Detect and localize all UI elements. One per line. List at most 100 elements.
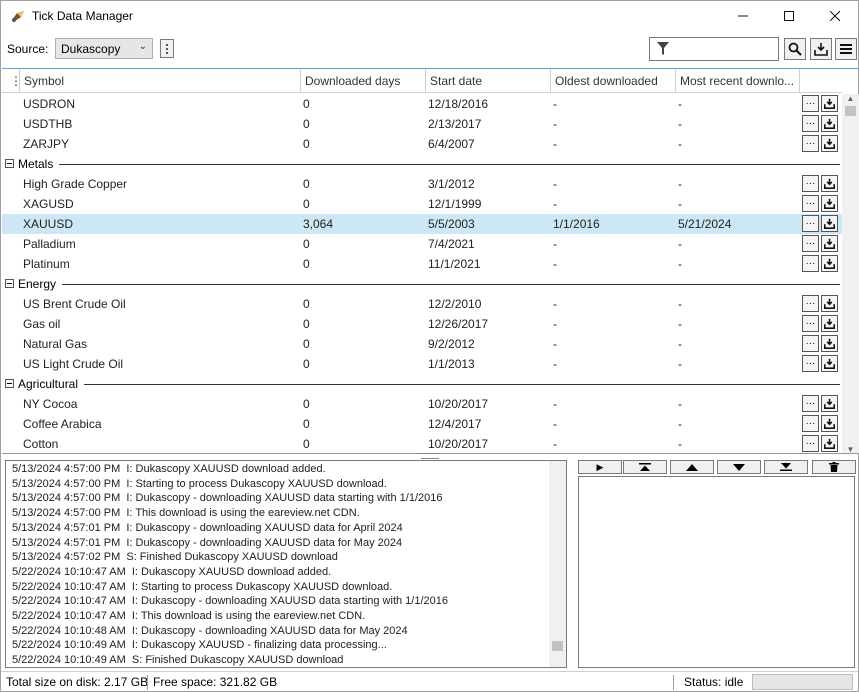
table-row[interactable]: XAGUSD 0 12/1/1999 - - ··· — [2, 194, 842, 214]
download-all-button[interactable] — [810, 38, 832, 60]
row-options-button[interactable]: ··· — [802, 135, 819, 152]
downloaded-days-cell: 3,064 — [303, 217, 334, 231]
table-row[interactable]: Platinum 0 11/1/2021 - - ··· — [2, 254, 842, 274]
table-row[interactable]: US Brent Crude Oil 0 12/2/2010 - - ··· — [2, 294, 842, 314]
oldest-downloaded-cell: - — [553, 137, 557, 151]
row-options-button[interactable]: ··· — [802, 215, 819, 232]
row-options-button[interactable]: ··· — [802, 195, 819, 212]
app-window: Tick Data Manager Source: Dukascopy ⌄ Sy… — [0, 0, 859, 692]
download-icon — [824, 238, 835, 249]
more-icon: ··· — [805, 117, 816, 129]
scroll-down-icon[interactable]: ▼ — [842, 445, 859, 453]
collapse-icon[interactable] — [5, 159, 14, 168]
table-row[interactable]: USDTHB 0 2/13/2017 - - ··· — [2, 114, 842, 134]
row-options-button[interactable]: ··· — [802, 355, 819, 372]
more-icon: ··· — [805, 317, 816, 329]
main-menu-button[interactable] — [835, 38, 857, 60]
row-download-button[interactable] — [821, 315, 838, 332]
row-options-button[interactable]: ··· — [802, 395, 819, 412]
table-row[interactable]: ZARJPY 0 6/4/2007 - - ··· — [2, 134, 842, 154]
row-options-button[interactable]: ··· — [802, 255, 819, 272]
oldest-downloaded-cell: - — [553, 297, 557, 311]
oldest-downloaded-cell: - — [553, 437, 557, 451]
row-options-button[interactable]: ··· — [802, 435, 819, 452]
group-divider — [18, 164, 840, 165]
more-icon: ··· — [805, 237, 816, 249]
row-download-button[interactable] — [821, 235, 838, 252]
row-download-button[interactable] — [821, 415, 838, 432]
table-row[interactable]: Gas oil 0 12/26/2017 - - ··· — [2, 314, 842, 334]
column-chooser-handle[interactable]: ⋮ — [2, 69, 20, 93]
table-row[interactable]: US Light Crude Oil 0 1/1/2013 - - ··· — [2, 354, 842, 374]
maximize-icon — [784, 11, 794, 21]
log-scroll-thumb[interactable] — [552, 641, 563, 651]
row-download-button[interactable] — [821, 175, 838, 192]
search-button[interactable] — [784, 38, 806, 60]
queue-move-up-button[interactable] — [670, 460, 714, 474]
scroll-up-icon[interactable]: ▲ — [842, 94, 859, 103]
close-button[interactable] — [812, 1, 858, 31]
row-options-button[interactable]: ··· — [802, 175, 819, 192]
row-download-button[interactable] — [821, 435, 838, 452]
table-row[interactable]: Palladium 0 7/4/2021 - - ··· — [2, 234, 842, 254]
table-row[interactable]: High Grade Copper 0 3/1/2012 - - ··· — [2, 174, 842, 194]
queue-start-button[interactable]: ▶ — [578, 460, 622, 474]
row-download-button[interactable] — [821, 335, 838, 352]
queue-delete-button[interactable] — [812, 460, 856, 474]
row-options-button[interactable]: ··· — [802, 235, 819, 252]
row-options-button[interactable]: ··· — [802, 95, 819, 112]
download-queue-list[interactable] — [578, 476, 855, 668]
row-options-button[interactable]: ··· — [802, 115, 819, 132]
download-icon — [824, 398, 835, 409]
table-row[interactable]: Cotton 0 10/20/2017 - - ··· — [2, 434, 842, 453]
panel-splitter[interactable] — [421, 453, 439, 459]
column-header-downloaded-days[interactable]: Downloaded days — [301, 69, 426, 93]
table-row[interactable]: Coffee Arabica 0 12/4/2017 - - ··· — [2, 414, 842, 434]
start-date-cell: 12/18/2016 — [428, 97, 489, 111]
row-download-button[interactable] — [821, 295, 838, 312]
table-row[interactable]: XAUUSD 3,064 5/5/2003 1/1/2016 5/21/2024 ··· — [2, 214, 842, 234]
table-row[interactable]: NY Cocoa 0 10/20/2017 - - ··· — [2, 394, 842, 414]
group-header[interactable]: Energy — [2, 274, 842, 294]
oldest-downloaded-cell: - — [553, 417, 557, 431]
symbol-cell: NY Cocoa — [23, 397, 78, 411]
most-recent-cell: - — [678, 137, 682, 151]
row-options-button[interactable]: ··· — [802, 415, 819, 432]
table-row[interactable]: USDRON 0 12/18/2016 - - ··· — [2, 94, 842, 114]
column-header-oldest-downloaded[interactable]: Oldest downloaded — [551, 69, 676, 93]
maximize-button[interactable] — [766, 1, 812, 31]
collapse-icon[interactable] — [5, 379, 14, 388]
source-options-button[interactable] — [160, 39, 174, 58]
row-download-button[interactable] — [821, 355, 838, 372]
row-download-button[interactable] — [821, 255, 838, 272]
row-options-button[interactable]: ··· — [802, 335, 819, 352]
grid-scroll-thumb[interactable] — [845, 106, 856, 116]
row-download-button[interactable] — [821, 135, 838, 152]
row-download-button[interactable] — [821, 215, 838, 232]
column-header-most-recent[interactable]: Most recent downlo... — [676, 69, 800, 93]
column-header-symbol[interactable]: Symbol — [20, 69, 301, 93]
group-header[interactable]: Agricultural — [2, 374, 842, 394]
more-icon: ··· — [805, 337, 816, 349]
row-download-button[interactable] — [821, 115, 838, 132]
row-options-button[interactable]: ··· — [802, 295, 819, 312]
menu-icon — [840, 44, 852, 54]
log-scrollbar[interactable] — [549, 461, 566, 667]
row-download-button[interactable] — [821, 195, 838, 212]
row-download-button[interactable] — [821, 95, 838, 112]
start-date-cell: 9/2/2012 — [428, 337, 475, 351]
row-download-button[interactable] — [821, 395, 838, 412]
group-header[interactable]: Metals — [2, 154, 842, 174]
filter-input[interactable] — [649, 37, 779, 61]
start-date-cell: 12/4/2017 — [428, 417, 482, 431]
source-dropdown[interactable]: Dukascopy ⌄ — [55, 38, 153, 59]
collapse-icon[interactable] — [5, 279, 14, 288]
column-header-start-date[interactable]: Start date — [426, 69, 551, 93]
row-options-button[interactable]: ··· — [802, 315, 819, 332]
minimize-button[interactable] — [720, 1, 766, 31]
queue-move-bottom-button[interactable] — [764, 460, 808, 474]
queue-move-top-button[interactable] — [623, 460, 667, 474]
grid-scrollbar[interactable]: ▲ ▼ — [842, 94, 859, 453]
queue-move-down-button[interactable] — [717, 460, 761, 474]
table-row[interactable]: Natural Gas 0 9/2/2012 - - ··· — [2, 334, 842, 354]
